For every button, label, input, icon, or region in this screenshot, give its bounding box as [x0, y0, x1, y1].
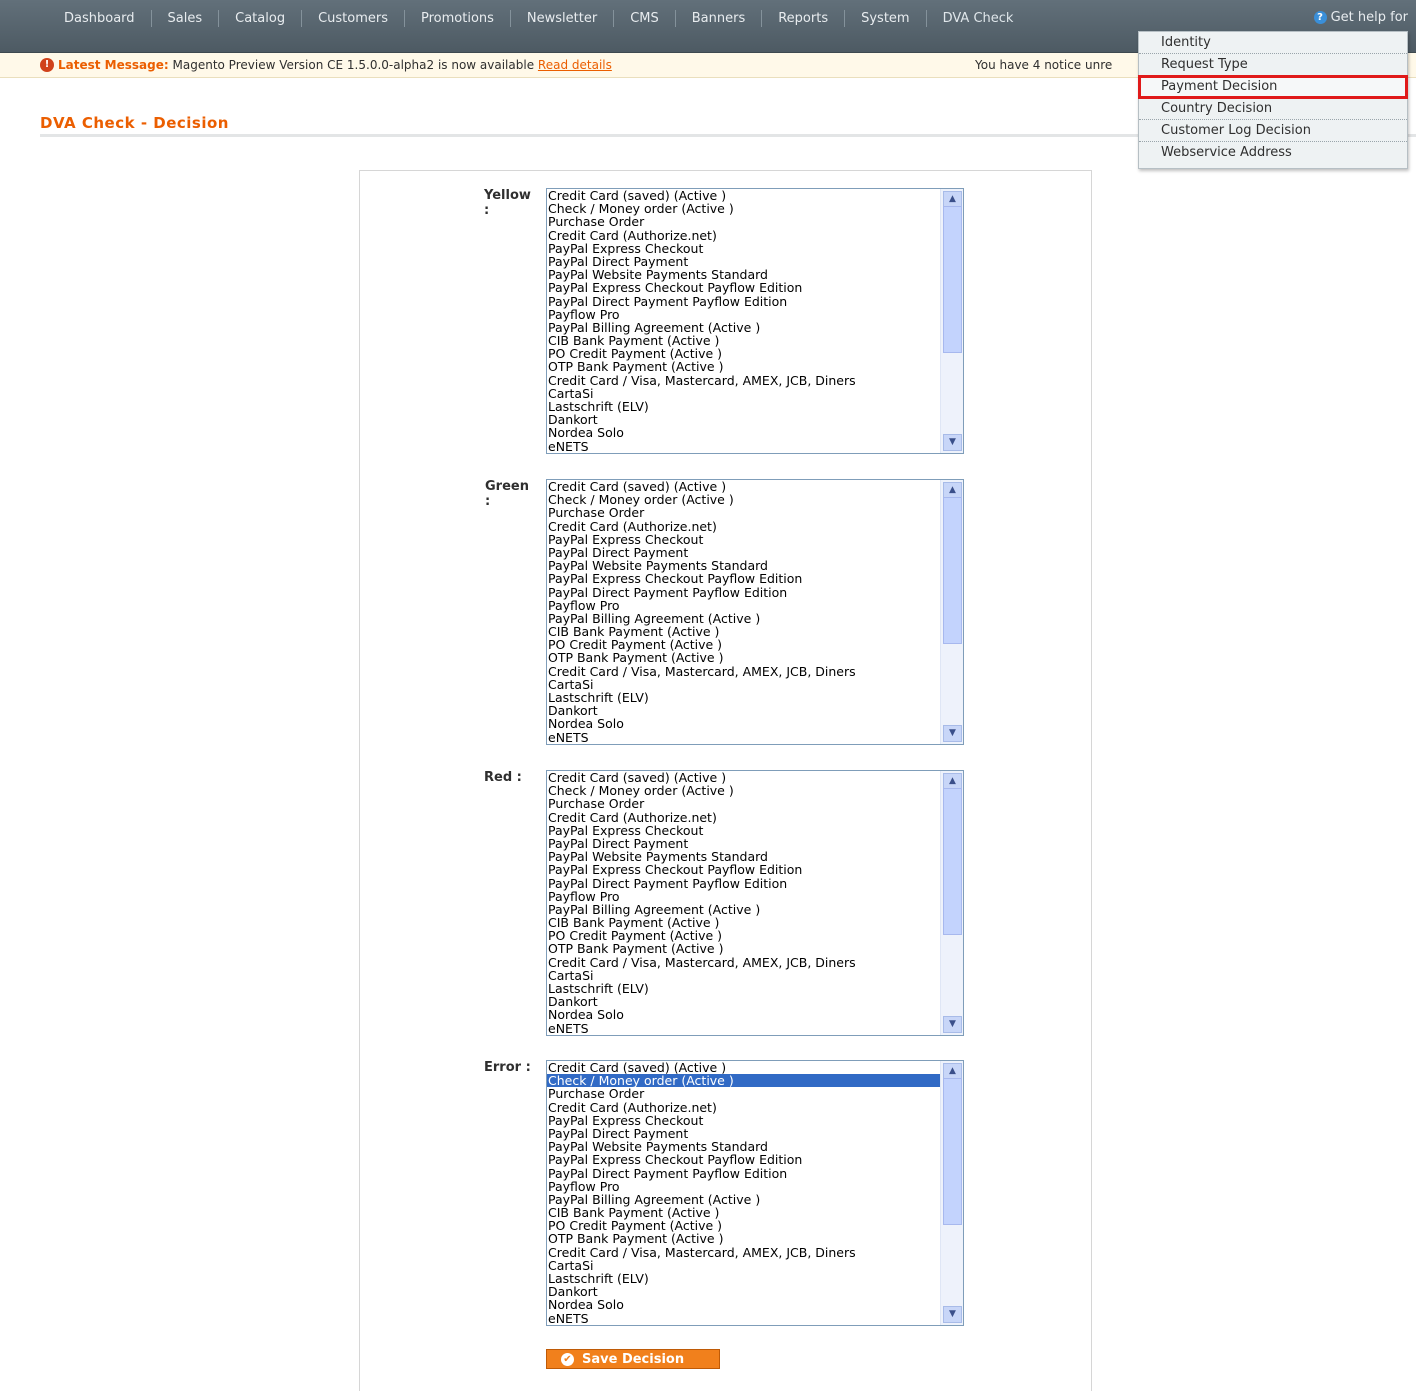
listbox-option[interactable]: PayPal Express Checkout Payflow Edition: [547, 1153, 963, 1166]
help-icon: ?: [1313, 11, 1327, 24]
listbox-option[interactable]: Nordea Solo: [547, 1008, 963, 1021]
row-label-yellow: Yellow:: [484, 188, 531, 218]
listbox-option[interactable]: Purchase Order: [547, 506, 963, 519]
latest-message: Latest Message: Magento Preview Version …: [58, 58, 612, 72]
listbox-option[interactable]: Credit Card / Visa, Mastercard, AMEX, JC…: [547, 956, 963, 969]
menu-item-request-type[interactable]: Request Type: [1139, 54, 1407, 76]
listbox-option[interactable]: Purchase Order: [547, 215, 963, 228]
listbox-option[interactable]: eNETS: [547, 730, 963, 744]
nav-cms[interactable]: CMS: [613, 10, 675, 27]
menu-item-webservice-address[interactable]: Webservice Address: [1139, 142, 1407, 164]
listbox-option[interactable]: Lastschrift (ELV): [547, 1272, 963, 1285]
help-label: Get help for: [1330, 10, 1408, 25]
listbox-option[interactable]: OTP Bank Payment (Active ): [547, 360, 963, 373]
nav-customers[interactable]: Customers: [301, 10, 404, 27]
listbox-option[interactable]: PayPal Express Checkout Payflow Edition: [547, 281, 963, 294]
scrollbar-thumb[interactable]: [943, 788, 962, 935]
listbox-option[interactable]: Lastschrift (ELV): [547, 691, 963, 704]
listbox-option[interactable]: Purchase Order: [547, 1087, 963, 1100]
listbox-option[interactable]: PayPal Express Checkout Payflow Edition: [547, 863, 963, 876]
nav-menu: Dashboard Sales Catalog Customers Promot…: [48, 10, 1029, 27]
listbox-option[interactable]: OTP Bank Payment (Active ): [547, 942, 963, 955]
read-details-link[interactable]: Read details: [538, 58, 612, 72]
listbox-option[interactable]: Credit Card / Visa, Mastercard, AMEX, JC…: [547, 665, 963, 678]
listbox-option[interactable]: Credit Card / Visa, Mastercard, AMEX, JC…: [547, 1246, 963, 1259]
listbox-option[interactable]: Nordea Solo: [547, 717, 963, 730]
menu-item-customer-log-decision[interactable]: Customer Log Decision: [1139, 120, 1407, 142]
row-label-green: Green:: [485, 479, 529, 509]
listbox-option[interactable]: Payflow Pro: [547, 308, 963, 321]
payment-methods-listbox-yellow[interactable]: Credit Card (saved) (Active ) Check / Mon…: [546, 188, 964, 454]
listbox-option[interactable]: eNETS: [547, 1311, 963, 1325]
nav-catalog[interactable]: Catalog: [218, 10, 301, 27]
scroll-down-arrow-icon[interactable]: ▼: [943, 1016, 962, 1033]
nav-banners[interactable]: Banners: [674, 10, 761, 27]
nav-system[interactable]: System: [844, 10, 925, 27]
dva-check-dropdown-menu: Identity Request Type Payment Decision C…: [1138, 31, 1408, 169]
listbox-option[interactable]: PayPal Direct Payment Payflow Edition: [547, 585, 963, 599]
listbox-option[interactable]: Payflow Pro: [547, 1180, 963, 1193]
listbox-scrollbar[interactable]: ▲ ▼: [940, 771, 963, 1035]
page-title: DVA Check - Decision: [40, 114, 229, 132]
scrollbar-thumb[interactable]: [943, 206, 962, 353]
listbox-option[interactable]: Nordea Solo: [547, 426, 963, 439]
nav-reports[interactable]: Reports: [761, 10, 844, 27]
listbox-option[interactable]: Credit Card (Authorize.net): [547, 1100, 963, 1114]
listbox-option[interactable]: PayPal Express Checkout: [547, 824, 963, 837]
row-label-red: Red :: [484, 770, 522, 785]
save-decision-button[interactable]: ✔ Save Decision: [546, 1349, 720, 1369]
listbox-option[interactable]: Payflow Pro: [547, 890, 963, 903]
warning-icon: !: [40, 58, 54, 72]
payment-methods-listbox-error[interactable]: Credit Card (saved) (Active ) Check / Mon…: [546, 1060, 964, 1326]
listbox-option[interactable]: PayPal Direct Payment Payflow Edition: [547, 876, 963, 890]
listbox-option[interactable]: Lastschrift (ELV): [547, 982, 963, 995]
listbox-option[interactable]: Credit Card (Authorize.net): [547, 519, 963, 533]
listbox-scrollbar[interactable]: ▲ ▼: [940, 1061, 963, 1325]
listbox-option[interactable]: PayPal Direct Payment Payflow Edition: [547, 1166, 963, 1180]
save-decision-label: Save Decision: [582, 1352, 685, 1367]
menu-item-payment-decision[interactable]: Payment Decision: [1138, 75, 1408, 99]
scroll-down-arrow-icon[interactable]: ▼: [943, 1306, 962, 1323]
listbox-option[interactable]: OTP Bank Payment (Active ): [547, 1232, 963, 1245]
payment-methods-listbox-green[interactable]: Credit Card (saved) (Active ) Check / Mon…: [546, 479, 964, 745]
listbox-scrollbar[interactable]: ▲ ▼: [940, 480, 963, 744]
listbox-option[interactable]: Purchase Order: [547, 797, 963, 810]
latest-message-text: Magento Preview Version CE 1.5.0.0-alpha…: [172, 58, 535, 72]
listbox-option[interactable]: eNETS: [547, 1021, 963, 1035]
listbox-option[interactable]: Credit Card (Authorize.net): [547, 228, 963, 242]
menu-item-identity[interactable]: Identity: [1139, 32, 1407, 54]
nav-dva-check[interactable]: DVA Check: [925, 10, 1030, 27]
nav-sales[interactable]: Sales: [150, 10, 219, 27]
listbox-option[interactable]: Payflow Pro: [547, 599, 963, 612]
listbox-option[interactable]: eNETS: [547, 439, 963, 453]
listbox-option[interactable]: PayPal Express Checkout: [547, 242, 963, 255]
listbox-option[interactable]: Nordea Solo: [547, 1298, 963, 1311]
scroll-down-arrow-icon[interactable]: ▼: [943, 725, 962, 742]
scrollbar-thumb[interactable]: [943, 497, 962, 644]
latest-message-label: Latest Message:: [58, 58, 169, 72]
help-link[interactable]: ? Get help for: [1313, 10, 1408, 25]
listbox-option[interactable]: OTP Bank Payment (Active ): [547, 651, 963, 664]
listbox-option[interactable]: PayPal Direct Payment Payflow Edition: [547, 294, 963, 308]
row-label-error: Error :: [484, 1060, 531, 1075]
listbox-option[interactable]: PayPal Express Checkout Payflow Edition: [547, 572, 963, 585]
notice-count[interactable]: You have 4 notice unre: [975, 58, 1112, 72]
listbox-option[interactable]: Credit Card / Visa, Mastercard, AMEX, JC…: [547, 374, 963, 387]
nav-newsletter[interactable]: Newsletter: [509, 10, 613, 27]
listbox-option[interactable]: PayPal Express Checkout: [547, 533, 963, 546]
nav-promotions[interactable]: Promotions: [404, 10, 510, 27]
nav-dashboard[interactable]: Dashboard: [48, 10, 151, 27]
scrollbar-thumb[interactable]: [943, 1078, 962, 1225]
scroll-down-arrow-icon[interactable]: ▼: [943, 434, 962, 451]
listbox-option[interactable]: Lastschrift (ELV): [547, 400, 963, 413]
payment-methods-listbox-red[interactable]: Credit Card (saved) (Active ) Check / Mon…: [546, 770, 964, 1036]
check-icon: ✔: [561, 1353, 574, 1366]
listbox-option[interactable]: Credit Card (Authorize.net): [547, 810, 963, 824]
listbox-scrollbar[interactable]: ▲ ▼: [940, 189, 963, 453]
menu-item-country-decision[interactable]: Country Decision: [1139, 98, 1407, 120]
listbox-option[interactable]: PayPal Express Checkout: [547, 1114, 963, 1127]
